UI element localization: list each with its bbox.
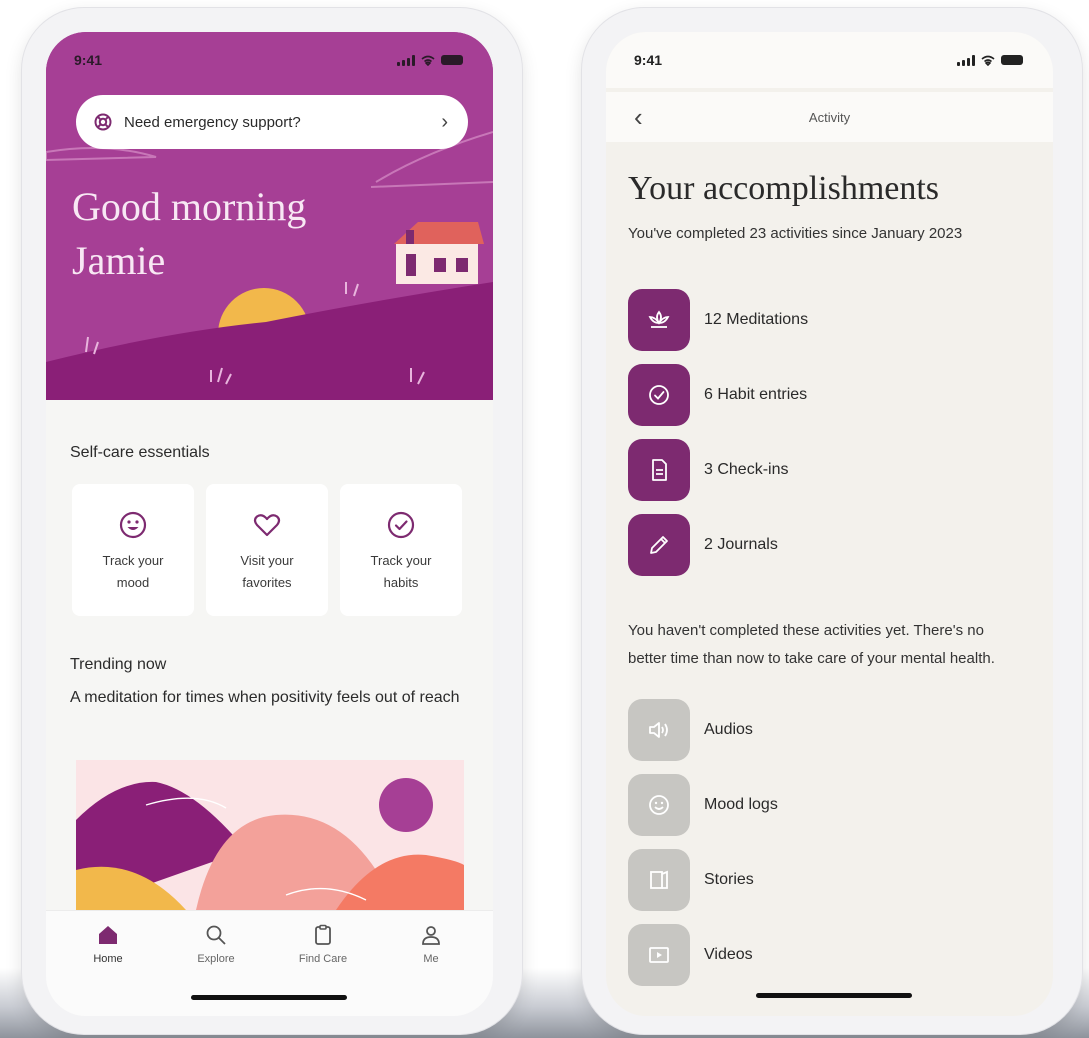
visit-favorites-card[interactable]: Visit your favorites [206, 484, 328, 616]
home-phone: 9:41 Need emergency support? › Good morn… [22, 8, 522, 1034]
track-habits-card[interactable]: Track your habits [340, 484, 462, 616]
home-indicator [191, 995, 347, 1000]
emergency-support-label: Need emergency support? [124, 113, 301, 131]
page-title: Your accomplishments [628, 170, 940, 207]
track-mood-card[interactable]: Track your mood [72, 484, 194, 616]
activity-check-ins-label: 3 Check-ins [704, 460, 789, 478]
video-badge [628, 923, 690, 986]
activity-videos[interactable]: Videos [628, 917, 778, 992]
clipboard-icon [315, 924, 331, 945]
check-circle-icon [387, 511, 415, 539]
journal-badge [628, 513, 690, 576]
tab-home-label: Home [93, 953, 123, 965]
tab-me-label: Me [423, 953, 439, 965]
lotus-icon [648, 310, 670, 328]
heart-icon [253, 514, 281, 537]
emergency-support-button[interactable]: Need emergency support? › [76, 95, 468, 149]
track-mood-label: Track your mood [102, 553, 164, 590]
activity-check-ins[interactable]: 3 Check-ins [628, 432, 808, 507]
activity-journals-label: 2 Journals [704, 535, 778, 553]
meditation-illustration [76, 760, 464, 910]
pencil-icon [650, 535, 668, 554]
lifebuoy-icon [94, 113, 112, 131]
trending-subtitle: A meditation for times when positivity f… [70, 689, 460, 706]
tab-explore[interactable]: Explore [176, 923, 256, 965]
audio-badge [628, 698, 690, 761]
activity-habit-entries[interactable]: 6 Habit entries [628, 357, 808, 432]
not-completed-activities: Audios Mood logs Stories Videos [628, 692, 778, 992]
mood-log-badge [628, 773, 690, 836]
tab-home[interactable]: Home [68, 923, 148, 965]
home-screen: 9:41 Need emergency support? › Good morn… [46, 32, 493, 1016]
mood-icon [649, 794, 669, 815]
page-subtitle: You've completed 23 activities since Jan… [628, 225, 963, 242]
status-time: 9:41 [634, 52, 663, 68]
wifi-icon [981, 55, 995, 66]
greeting: Good morning Jamie [72, 180, 306, 288]
speaker-icon [649, 721, 668, 738]
trending-title: Trending now [70, 656, 167, 673]
status-icons [957, 54, 1023, 66]
habit-badge [628, 363, 690, 426]
wifi-icon [421, 55, 435, 66]
completed-activities: 12 Meditations 6 Habit entries 3 Check-i… [628, 282, 808, 582]
greeting-name: Jamie [72, 238, 166, 283]
activity-videos-label: Videos [704, 945, 753, 963]
activity-meditations-label: 12 Meditations [704, 310, 809, 328]
signal-icon [957, 54, 975, 66]
hero-banner: 9:41 Need emergency support? › Good morn… [46, 32, 493, 400]
activity-audios[interactable]: Audios [628, 692, 778, 767]
chevron-right-icon: › [441, 110, 448, 133]
activity-meditations[interactable]: 12 Meditations [628, 282, 808, 357]
activity-habit-entries-label: 6 Habit entries [704, 385, 808, 403]
tab-find-care-label: Find Care [298, 953, 348, 965]
status-bar: 9:41 [46, 32, 493, 88]
check-in-badge [628, 438, 690, 501]
status-bar: 9:41 [606, 32, 1053, 88]
activity-audios-label: Audios [704, 720, 753, 738]
nav-title: Activity [808, 110, 851, 125]
signal-icon [397, 54, 415, 66]
activity-journals[interactable]: 2 Journals [628, 507, 808, 582]
check-circle-icon [649, 384, 669, 405]
trending-meditation-image[interactable] [76, 760, 464, 910]
visit-favorites-label: Visit your favorites [240, 553, 294, 590]
book-icon [650, 870, 668, 889]
battery-icon [441, 55, 463, 65]
track-habits-label: Track your habits [370, 553, 432, 590]
search-icon [206, 925, 226, 945]
home-indicator [756, 993, 912, 998]
tab-bar: Home Explore Find Care Me [46, 910, 493, 1016]
battery-icon [1001, 55, 1023, 65]
nav-bar: ‹ Activity [606, 92, 1053, 142]
self-care-title: Self-care essentials [70, 444, 210, 461]
home-icon [99, 926, 117, 944]
activity-mood-logs[interactable]: Mood logs [628, 767, 778, 842]
greeting-line-1: Good morning [72, 184, 307, 229]
smiley-icon [119, 511, 147, 539]
activity-phone: 9:41 ‹ Activity Your accomplishments You… [582, 8, 1082, 1034]
self-care-cards: Track your mood Visit your favorites Track… [72, 484, 462, 616]
meditation-badge [628, 288, 690, 351]
activity-screen: 9:41 ‹ Activity Your accomplishments You… [606, 32, 1053, 1016]
activity-mood-logs-label: Mood logs [704, 795, 778, 813]
document-icon [652, 458, 667, 481]
tab-find-care[interactable]: Find Care [283, 923, 363, 965]
not-completed-message: You haven't completed these activities y… [628, 622, 995, 667]
status-time: 9:41 [74, 52, 103, 68]
status-icons [397, 54, 463, 66]
tab-explore-label: Explore [197, 953, 235, 965]
tab-me[interactable]: Me [391, 923, 471, 965]
story-badge [628, 848, 690, 911]
activity-stories-label: Stories [704, 870, 754, 888]
activity-stories[interactable]: Stories [628, 842, 778, 917]
video-icon [649, 946, 669, 963]
person-icon [422, 926, 440, 945]
